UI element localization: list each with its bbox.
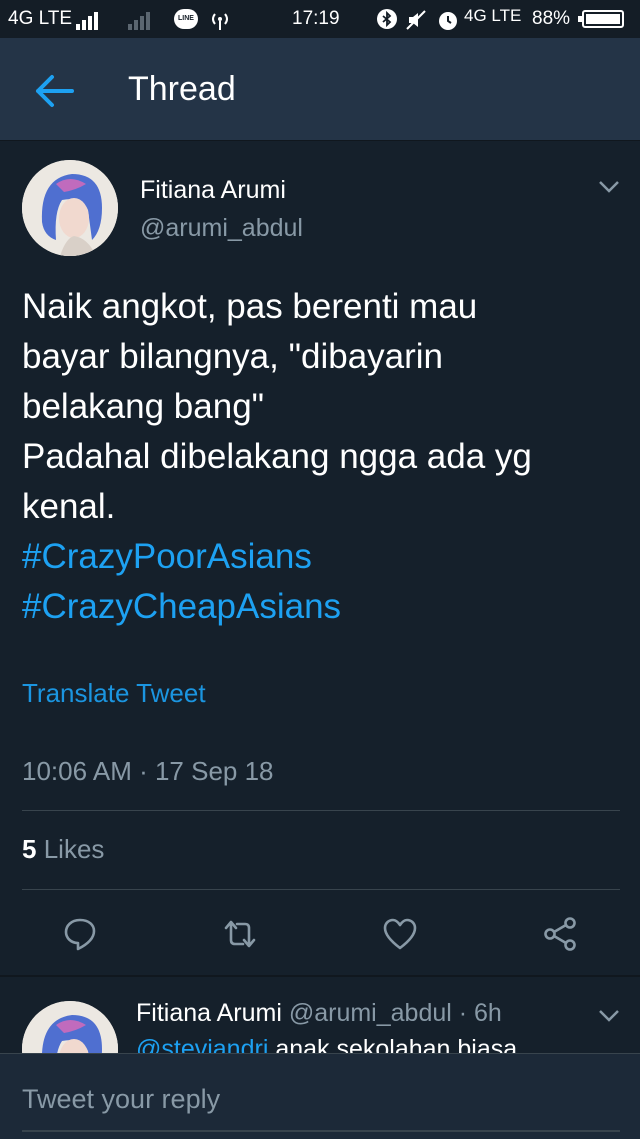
reply-author-name[interactable]: Fitiana Arumi: [136, 999, 282, 1027]
reply-body: anak sekolahan biasa...: [275, 1035, 539, 1053]
divider: [22, 810, 620, 811]
reply-input-placeholder[interactable]: Tweet your reply: [22, 1084, 220, 1115]
share-icon[interactable]: [542, 916, 578, 952]
signal-strength-icon: [76, 10, 98, 30]
battery-icon: [578, 10, 624, 28]
likes-label: Likes: [43, 834, 105, 864]
line-app-icon: LINE: [174, 9, 198, 29]
divider: [22, 889, 620, 890]
hotspot-icon: [212, 13, 228, 30]
page-title: Thread: [128, 70, 236, 108]
status-bar: 4G LTE LINE 17:19 4G LTE 88%: [0, 0, 640, 38]
retweet-icon[interactable]: [222, 916, 258, 952]
reply-tweet[interactable]: Fitiana Arumi @arumi_abdul · 6h @stevian…: [0, 977, 640, 1053]
tweet-text-line: Padahal dibelakang ngga ada yg: [22, 437, 532, 476]
author-name[interactable]: Fitiana Arumi: [140, 176, 286, 205]
network-label-right: 4G LTE: [464, 6, 522, 25]
arrow-left-icon[interactable]: [34, 74, 74, 108]
reply-icon[interactable]: [62, 916, 98, 952]
network-label-left: 4G LTE: [8, 8, 73, 29]
hashtag-link[interactable]: #CrazyCheapAsians: [22, 582, 622, 632]
reply-meta: @arumi_abdul · 6h: [288, 999, 502, 1027]
input-underline: [22, 1130, 620, 1132]
reply-mention[interactable]: @steviandri: [136, 1035, 268, 1053]
reply-composer[interactable]: Tweet your reply: [0, 1053, 640, 1139]
tweet-text-line: bayar bilangnya, "dibayarin: [22, 337, 444, 376]
tweet-text-line: belakang bang": [22, 387, 265, 426]
avatar[interactable]: [22, 160, 118, 256]
tweet-text-line: Naik angkot, pas berenti mau: [22, 287, 478, 326]
reply-avatar[interactable]: [22, 1001, 118, 1053]
tweet-timestamp: 10:06 AM · 17 Sep 18: [22, 756, 274, 786]
chevron-down-icon[interactable]: [598, 180, 620, 194]
mute-icon: [406, 10, 426, 30]
hashtag-link[interactable]: #CrazyPoorAsians: [22, 532, 622, 582]
tweet-text-line: kenal.: [22, 487, 116, 526]
alarm-icon: [439, 12, 457, 30]
reply-chevron-down-icon[interactable]: [598, 1009, 620, 1023]
likes-number: 5: [22, 834, 37, 864]
translate-tweet-link[interactable]: Translate Tweet: [22, 678, 206, 709]
app-header: Thread: [0, 38, 640, 141]
clock: 17:19: [292, 8, 340, 29]
tweet-text: Naik angkot, pas berenti mau bayar bilan…: [22, 282, 622, 632]
battery-percent: 88%: [532, 8, 571, 29]
likes-count[interactable]: 5 Likes: [22, 834, 104, 865]
reply-text: @steviandri anak sekolahan biasa...: [136, 1035, 538, 1053]
reply-header: Fitiana Arumi @arumi_abdul · 6h: [136, 999, 502, 1028]
like-icon[interactable]: [382, 916, 418, 952]
author-handle[interactable]: @arumi_abdul: [140, 214, 303, 243]
signal-strength-sim2-icon: [128, 10, 150, 30]
bluetooth-icon: [377, 9, 397, 29]
